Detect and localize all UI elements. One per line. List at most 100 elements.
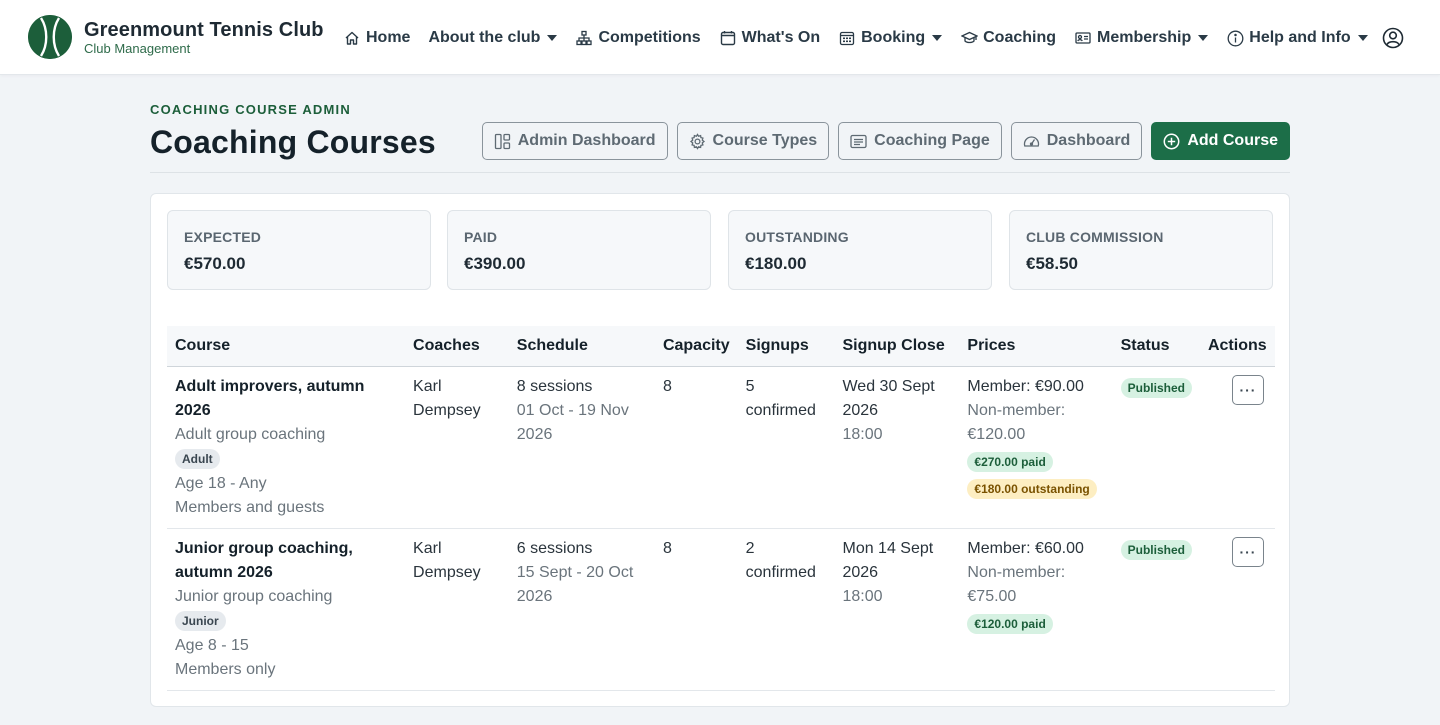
column-header: Signups bbox=[737, 326, 835, 367]
stat-club-commission: CLUB COMMISSION €58.50 bbox=[1009, 210, 1273, 290]
course-dates: 15 Sept - 20 Oct 2026 bbox=[516, 563, 634, 605]
main-nav: Home About the club Competitions What's … bbox=[343, 26, 1368, 50]
graduation-cap-icon bbox=[960, 29, 978, 47]
stat-value: €180.00 bbox=[745, 254, 807, 273]
header-divider bbox=[150, 172, 1290, 173]
brand-title: Greenmount Tennis Club bbox=[84, 18, 324, 41]
course-coach: Karl Dempsey bbox=[405, 528, 509, 691]
table-row: Adult improvers, autumn 2026 Adult group… bbox=[167, 366, 1275, 529]
dashboard-button[interactable]: Dashboard bbox=[1010, 122, 1143, 160]
chevron-down-icon bbox=[932, 35, 943, 41]
chevron-down-icon bbox=[1357, 35, 1368, 41]
column-header: Actions bbox=[1199, 326, 1275, 367]
add-course-button[interactable]: Add Course bbox=[1151, 122, 1290, 160]
nav-home-label: Home bbox=[366, 29, 411, 46]
status-badge: Published bbox=[1120, 377, 1192, 398]
course-types-label: Course Types bbox=[712, 132, 818, 149]
admin-dashboard-button[interactable]: Admin Dashboard bbox=[481, 122, 668, 160]
stat-label: CLUB COMMISSION bbox=[1026, 229, 1164, 245]
course-age: Age 18 - Any bbox=[175, 474, 267, 492]
course-capacity: 8 bbox=[654, 528, 738, 691]
course-type: Adult group coaching bbox=[175, 425, 326, 443]
tennis-ball-logo-icon bbox=[28, 15, 72, 59]
coaching-page-label: Coaching Page bbox=[874, 132, 990, 149]
stat-expected: EXPECTED €570.00 bbox=[167, 210, 431, 290]
course-dates: 01 Oct - 19 Nov 2026 bbox=[516, 401, 629, 443]
column-header: Capacity bbox=[654, 326, 738, 367]
stat-label: OUTSTANDING bbox=[745, 229, 849, 245]
nav-whats-on-label: What's On bbox=[741, 29, 821, 46]
course-type: Junior group coaching bbox=[175, 587, 333, 605]
course-signups: 5 confirmed bbox=[737, 366, 835, 529]
nav-whats-on[interactable]: What's On bbox=[719, 29, 820, 47]
column-header: Course bbox=[167, 326, 406, 367]
table-header-row: Course Coaches Schedule Capacity Signups… bbox=[167, 326, 1275, 367]
dashboard-label: Dashboard bbox=[1046, 132, 1131, 149]
course-audience: Members only bbox=[175, 660, 276, 678]
top-navbar: Greenmount Tennis Club Club Management H… bbox=[0, 0, 1440, 75]
paid-badge: €270.00 paid bbox=[967, 451, 1053, 472]
nav-booking[interactable]: Booking bbox=[838, 29, 943, 47]
brand[interactable]: Greenmount Tennis Club Club Management bbox=[28, 15, 324, 59]
coaching-page-button[interactable]: Coaching Page bbox=[838, 122, 1002, 160]
course-age: Age 8 - 15 bbox=[175, 636, 249, 654]
outstanding-badge: €180.00 outstanding bbox=[967, 478, 1097, 499]
more-icon: ··· bbox=[1239, 381, 1257, 398]
stat-paid: PAID €390.00 bbox=[447, 210, 711, 290]
plus-circle-icon bbox=[1163, 133, 1180, 150]
column-header: Prices bbox=[959, 326, 1113, 367]
calendar-grid-icon bbox=[838, 29, 856, 47]
admin-dashboard-label: Admin Dashboard bbox=[517, 132, 656, 149]
stat-value: €58.50 bbox=[1026, 254, 1078, 273]
more-icon: ··· bbox=[1239, 543, 1257, 560]
nonmember-price: Non-member: €75.00 bbox=[967, 563, 1066, 605]
column-header: Signup Close bbox=[834, 326, 960, 367]
page-title: Coaching Courses bbox=[150, 124, 436, 160]
calendar-icon bbox=[719, 29, 737, 47]
nav-competitions-label: Competitions bbox=[598, 29, 701, 46]
course-sessions: 8 sessions bbox=[516, 377, 593, 395]
nav-home[interactable]: Home bbox=[343, 29, 410, 47]
chevron-down-icon bbox=[547, 35, 558, 41]
signup-close-date: Mon 14 Sept 2026 bbox=[842, 539, 934, 581]
signup-close-time: 18:00 bbox=[842, 587, 883, 605]
category-badge: Adult bbox=[175, 448, 220, 469]
nav-coaching-label: Coaching bbox=[983, 29, 1057, 46]
signup-close-date: Wed 30 Sept 2026 bbox=[842, 377, 935, 419]
column-header: Status bbox=[1112, 326, 1200, 367]
table-row: Junior group coaching, autumn 2026 Junio… bbox=[167, 528, 1275, 691]
gear-icon bbox=[689, 132, 706, 150]
nav-help-label: Help and Info bbox=[1249, 29, 1351, 46]
nav-about-label: About the club bbox=[428, 29, 541, 46]
course-name[interactable]: Adult improvers, autumn 2026 bbox=[175, 375, 397, 423]
status-badge: Published bbox=[1120, 539, 1192, 560]
nav-membership[interactable]: Membership bbox=[1074, 29, 1209, 47]
course-signups: 2 confirmed bbox=[737, 528, 835, 691]
chevron-down-icon bbox=[1198, 35, 1209, 41]
page-eyebrow: COACHING COURSE ADMIN bbox=[150, 102, 351, 117]
category-badge: Junior bbox=[175, 610, 226, 631]
user-account-icon[interactable] bbox=[1382, 27, 1404, 49]
row-actions-button[interactable]: ··· bbox=[1231, 374, 1264, 405]
stat-outstanding: OUTSTANDING €180.00 bbox=[728, 210, 992, 290]
nav-about[interactable]: About the club bbox=[428, 29, 558, 47]
card-text-icon bbox=[850, 133, 867, 150]
nav-help[interactable]: Help and Info bbox=[1226, 29, 1368, 47]
home-icon bbox=[343, 29, 361, 47]
speedometer-icon bbox=[1023, 133, 1040, 150]
signup-close-time: 18:00 bbox=[842, 425, 883, 443]
row-actions-button[interactable]: ··· bbox=[1231, 536, 1264, 567]
courses-card: EXPECTED €570.00 PAID €390.00 OUTSTANDIN… bbox=[150, 193, 1290, 707]
nav-competitions[interactable]: Competitions bbox=[575, 29, 701, 47]
brand-subtitle: Club Management bbox=[84, 40, 191, 56]
course-types-button[interactable]: Course Types bbox=[676, 122, 830, 160]
paid-badge: €120.00 paid bbox=[967, 613, 1053, 634]
id-card-icon bbox=[1074, 29, 1092, 47]
stat-label: PAID bbox=[464, 229, 498, 245]
stat-label: EXPECTED bbox=[184, 229, 262, 245]
course-audience: Members and guests bbox=[175, 498, 325, 516]
info-icon bbox=[1226, 29, 1244, 47]
nav-membership-label: Membership bbox=[1097, 29, 1192, 46]
course-name[interactable]: Junior group coaching, autumn 2026 bbox=[175, 537, 397, 585]
nav-coaching[interactable]: Coaching bbox=[960, 29, 1056, 47]
